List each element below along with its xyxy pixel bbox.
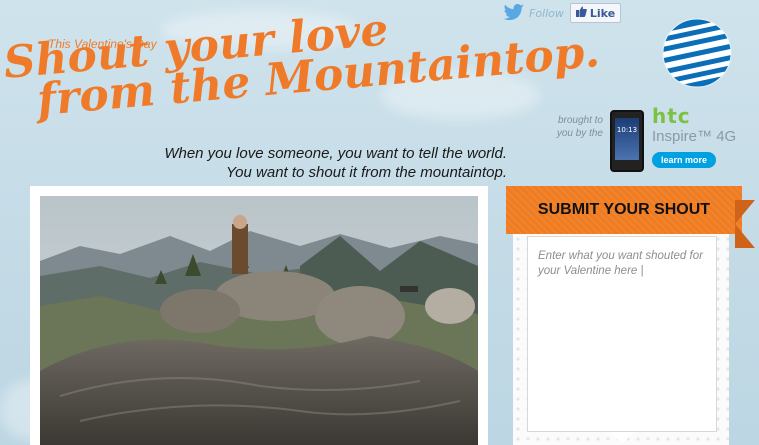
htc-model-name: Inspire™ 4G bbox=[652, 128, 737, 145]
tagline: When you love someone, you want to tell … bbox=[164, 144, 507, 182]
speech-notch bbox=[610, 432, 634, 444]
phone-clock: 10:13 bbox=[616, 126, 638, 134]
sponsor-credit: brought to you by the bbox=[545, 114, 603, 140]
shout-textarea[interactable] bbox=[527, 236, 717, 432]
video-player[interactable] bbox=[40, 196, 478, 445]
tagline-line-1: When you love someone, you want to tell … bbox=[164, 145, 507, 162]
mountaintop-scene bbox=[40, 196, 478, 445]
phone-screen: 10:13 bbox=[615, 118, 639, 160]
sponsor-line-2: you by the bbox=[556, 128, 603, 139]
learn-more-button[interactable]: learn more bbox=[652, 152, 717, 168]
att-logo[interactable] bbox=[662, 18, 732, 88]
video-frame bbox=[30, 186, 488, 445]
sponsor-line-1: brought to bbox=[557, 115, 603, 126]
submit-heading: SUBMIT YOUR SHOUT bbox=[537, 201, 711, 218]
submit-banner: SUBMIT YOUR SHOUT bbox=[506, 186, 742, 234]
banner-ribbon-tail bbox=[735, 200, 755, 248]
phone-image[interactable]: 10:13 bbox=[610, 110, 644, 172]
tagline-line-2: You want to shout it from the mountainto… bbox=[225, 164, 507, 181]
htc-logo[interactable]: htc bbox=[652, 104, 691, 128]
